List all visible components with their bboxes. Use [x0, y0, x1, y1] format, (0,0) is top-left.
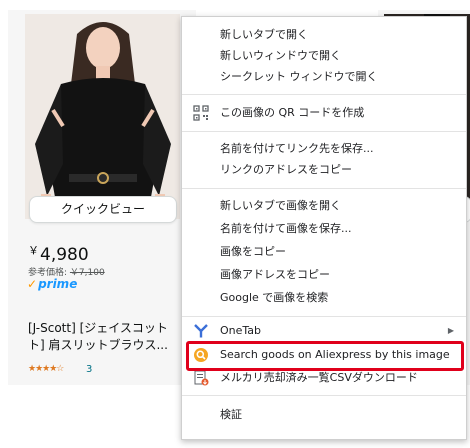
menu-open-image-new-tab-label: 新しいタブで画像を開く	[220, 199, 341, 212]
menu-copy-link-label: リンクのアドレスをコピー	[220, 163, 352, 176]
product-price: ￥4,980	[28, 242, 89, 265]
mercari-csv-icon	[193, 370, 209, 386]
menu-save-image-as-label: 名前を付けて画像を保存...	[220, 222, 352, 235]
prime-check-icon: ✓	[27, 277, 38, 291]
menu-open-new-tab[interactable]: 新しいタブで開く	[182, 24, 466, 46]
quick-view-button[interactable]: クイックビュー	[29, 196, 177, 223]
menu-onetab[interactable]: OneTab ▶	[182, 320, 466, 342]
context-menu: 新しいタブで開く 新しいウィンドウで開く シークレット ウィンドウで開く この画…	[181, 16, 467, 440]
menu-copy-image-address[interactable]: 画像アドレスをコピー	[182, 264, 466, 286]
menu-save-link-as-label: 名前を付けてリンク先を保存...	[220, 142, 374, 155]
menu-inspect[interactable]: 検証	[182, 404, 466, 426]
menu-copy-image[interactable]: 画像をコピー	[182, 241, 466, 263]
highlight-annotation-box	[186, 341, 464, 371]
product-image[interactable]	[25, 14, 180, 219]
menu-separator	[182, 94, 466, 95]
product-title[interactable]: [J-Scott] [ジェイスコット ト] 肩スリットブラウス...	[28, 320, 188, 354]
menu-open-incognito[interactable]: シークレット ウィンドウで開く	[182, 66, 466, 88]
menu-separator	[182, 395, 466, 396]
menu-onetab-label: OneTab	[220, 324, 262, 337]
product-title-line1[interactable]: [J-Scott] [ジェイスコット	[28, 320, 188, 337]
menu-separator	[182, 131, 466, 132]
menu-copy-image-label: 画像をコピー	[220, 245, 286, 258]
menu-save-image-as[interactable]: 名前を付けて画像を保存...	[182, 218, 466, 240]
menu-open-new-window[interactable]: 新しいウィンドウで開く	[182, 45, 466, 67]
rating-stars[interactable]: ★★★★☆	[28, 364, 64, 374]
menu-separator	[182, 188, 466, 189]
menu-copy-image-address-label: 画像アドレスをコピー	[220, 268, 330, 281]
menu-save-link-as[interactable]: 名前を付けてリンク先を保存...	[182, 138, 466, 160]
currency-symbol: ￥	[28, 244, 39, 257]
menu-search-google-image[interactable]: Google で画像を検索	[182, 287, 466, 309]
submenu-arrow-icon: ▶	[447, 326, 454, 335]
menu-create-qr-label: この画像の QR コードを作成	[220, 106, 365, 119]
prime-label: prime	[38, 277, 78, 291]
menu-separator	[182, 316, 466, 317]
menu-inspect-label: 検証	[220, 408, 242, 421]
qr-code-icon	[193, 105, 209, 121]
onetab-funnel-icon	[193, 323, 209, 339]
price-value: 4,980	[40, 245, 89, 265]
prime-badge: ✓prime	[27, 277, 77, 291]
menu-copy-link[interactable]: リンクのアドレスをコピー	[182, 159, 466, 181]
product-title-line2[interactable]: ト] 肩スリットブラウス...	[28, 337, 188, 354]
menu-search-google-image-label: Google で画像を検索	[220, 291, 329, 304]
menu-open-image-new-tab[interactable]: 新しいタブで画像を開く	[182, 195, 466, 217]
menu-open-new-tab-label: 新しいタブで開く	[220, 28, 308, 41]
review-count[interactable]: 3	[86, 364, 92, 375]
menu-create-qr[interactable]: この画像の QR コードを作成	[182, 102, 466, 124]
menu-open-new-window-label: 新しいウィンドウで開く	[220, 49, 341, 62]
menu-open-incognito-label: シークレット ウィンドウで開く	[220, 70, 378, 83]
